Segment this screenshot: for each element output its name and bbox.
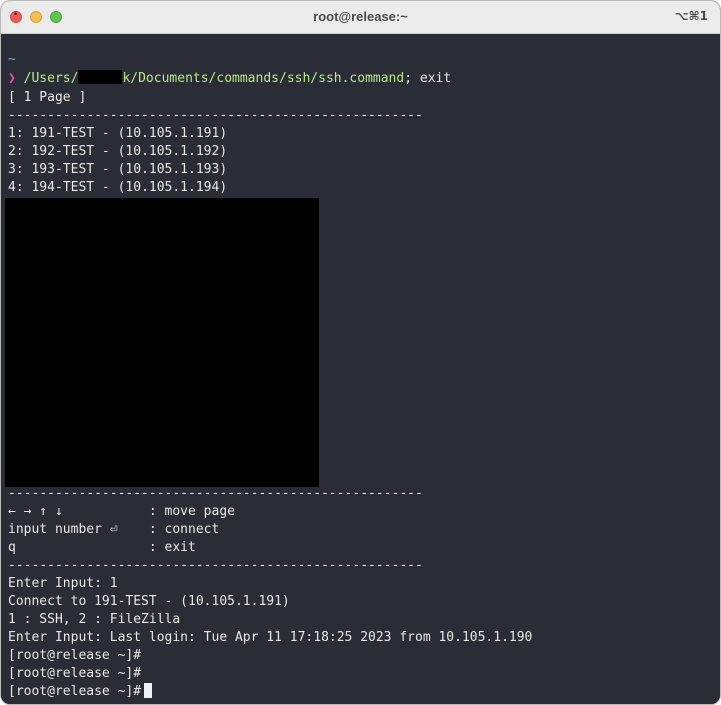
separator-middle: ----------------------------------------… <box>8 486 423 501</box>
help-line-connect: input number ⏎ : connect <box>8 522 220 537</box>
command-line: ❯ /Users/k/Documents/commands/ssh/ssh.co… <box>8 70 451 88</box>
server-row: 1: 191-TEST - (10.105.1.191) <box>8 126 228 141</box>
session-line: 1 : SSH, 2 : FileZilla <box>8 612 181 627</box>
page-header: [ 1 Page ] <box>8 90 87 105</box>
terminal-output[interactable]: ~ ❯ /Users/k/Documents/commands/ssh/ssh.… <box>1 34 720 704</box>
redacted-region <box>5 198 319 487</box>
separator-bottom: ----------------------------------------… <box>8 558 423 573</box>
help-line-exit: q : exit <box>8 540 196 555</box>
server-row: 2: 192-TEST - (10.105.1.192) <box>8 144 228 159</box>
cwd-marker: ~ <box>8 52 16 67</box>
redacted-username <box>78 70 123 84</box>
help-line-move: ← → ↑ ↓ : move page <box>8 504 235 519</box>
text-cursor <box>144 683 153 698</box>
session-line: Connect to 191-TEST - (10.105.1.191) <box>8 594 290 609</box>
terminal-window: • root@release:~ ⌥⌘1 ~ ❯ /Users/k/Docume… <box>0 0 721 705</box>
command-separator: ; exit <box>404 71 452 86</box>
title-bar[interactable]: • root@release:~ ⌥⌘1 <box>1 1 720 34</box>
window-title: root@release:~ <box>313 9 408 24</box>
shell-prompt: [root@release ~]# <box>8 666 142 681</box>
shell-prompt: [root@release ~]# <box>8 648 142 663</box>
window-shortcut: ⌥⌘1 <box>674 9 708 23</box>
prompt-symbol: ❯ <box>8 71 16 86</box>
server-row: 4: 194-TEST - (10.105.1.194) <box>8 180 228 195</box>
session-line: Enter Input: Last login: Tue Apr 11 17:1… <box>8 630 533 645</box>
separator-top: ----------------------------------------… <box>8 108 423 123</box>
command-path-suffix: k/Documents/commands/ssh/ssh.command <box>122 71 405 86</box>
session-line: Enter Input: 1 <box>8 576 118 591</box>
server-row: 3: 193-TEST - (10.105.1.193) <box>8 162 228 177</box>
command-path-prefix: /Users/ <box>23 71 79 86</box>
shell-prompt-active[interactable]: [root@release ~]# <box>8 683 153 701</box>
shell-prompt-text: [root@release ~]# <box>8 684 142 699</box>
